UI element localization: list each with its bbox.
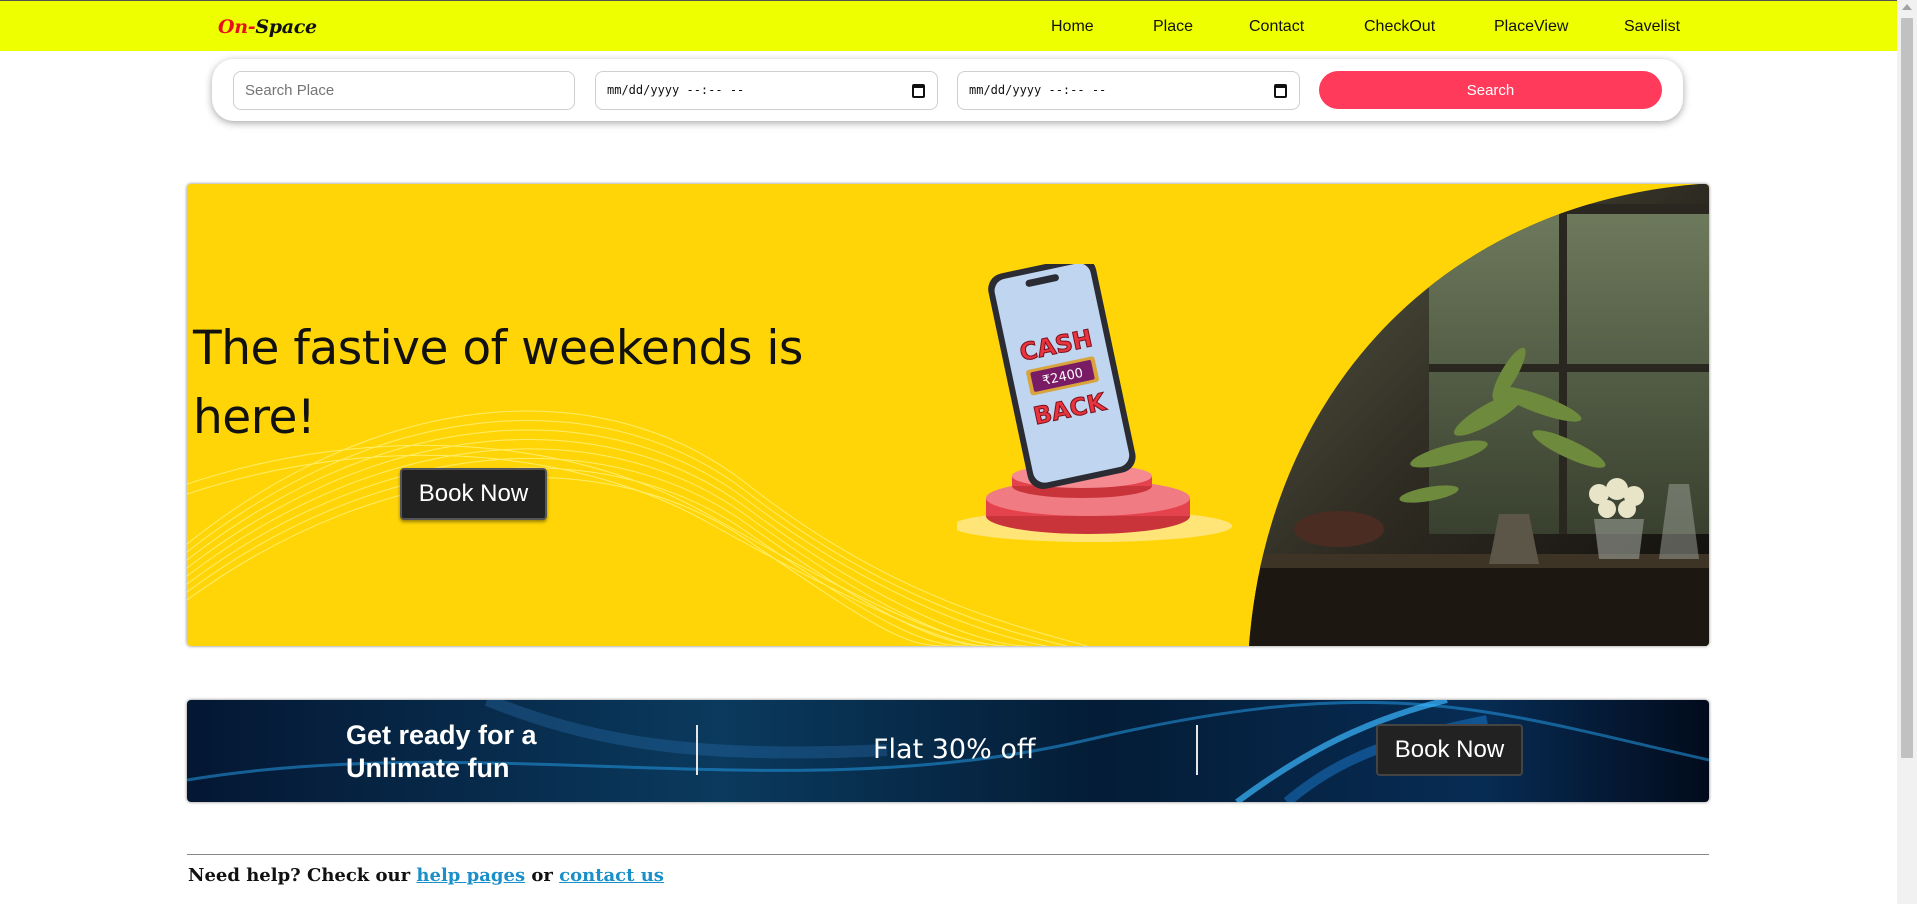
promo-book-now-button[interactable]: Book Now [1376,724,1523,776]
page-scrollbar[interactable] [1897,0,1917,904]
promo-divider [1196,725,1198,775]
navbar: On-Space Home Place Contact CheckOut Pla… [0,0,1897,51]
checkout-datetime-input[interactable]: mm/dd/yyyy --:-- -- [957,71,1300,110]
search-bar: mm/dd/yyyy --:-- -- mm/dd/yyyy --:-- -- … [212,59,1683,121]
calendar-icon[interactable] [912,84,925,98]
promo-headline: Get ready for a Unlimate fun [346,720,537,783]
help-pages-link[interactable]: help pages [416,865,525,886]
scroll-up-arrow-icon[interactable] [1902,4,1912,10]
nav-place[interactable]: Place [1153,18,1193,36]
cashback-phone-illustration: CASH ₹2400 BACK [957,264,1232,542]
nav-checkout[interactable]: CheckOut [1364,18,1435,36]
footer-middle: or [531,865,553,886]
promo-offer: Flat 30% off [873,734,1036,765]
nav-placeview[interactable]: PlaceView [1494,18,1568,36]
logo-on: On- [218,16,256,38]
nav-savelist[interactable]: Savelist [1624,18,1680,36]
window-plants-photo [1249,184,1709,646]
checkin-datetime-text: mm/dd/yyyy --:-- -- [607,83,745,97]
scrollbar-thumb[interactable] [1901,18,1913,758]
logo-space: Space [255,16,317,38]
nav-contact[interactable]: Contact [1249,18,1304,36]
checkin-datetime-input[interactable]: mm/dd/yyyy --:-- -- [595,71,938,110]
promo-banner: Get ready for a Unlimate fun Flat 30% of… [187,700,1709,802]
calendar-icon[interactable] [1274,84,1287,98]
checkout-datetime-text: mm/dd/yyyy --:-- -- [969,83,1107,97]
contact-us-link[interactable]: contact us [559,865,664,886]
hero-book-now-button[interactable]: Book Now [400,468,547,520]
hero-title: The fastive of weekends is here! [193,321,803,445]
footer-help-text: Need help? Check our help pages or conta… [188,865,664,886]
footer-divider [187,854,1709,855]
promo-divider [696,725,698,775]
footer-prefix: Need help? Check our [188,865,411,886]
nav-home[interactable]: Home [1051,18,1094,36]
search-button[interactable]: Search [1319,71,1662,109]
hero-banner: The fastive of weekends is here! Book No… [187,184,1709,646]
logo[interactable]: On-Space [218,16,317,38]
search-place-input[interactable] [233,71,575,110]
